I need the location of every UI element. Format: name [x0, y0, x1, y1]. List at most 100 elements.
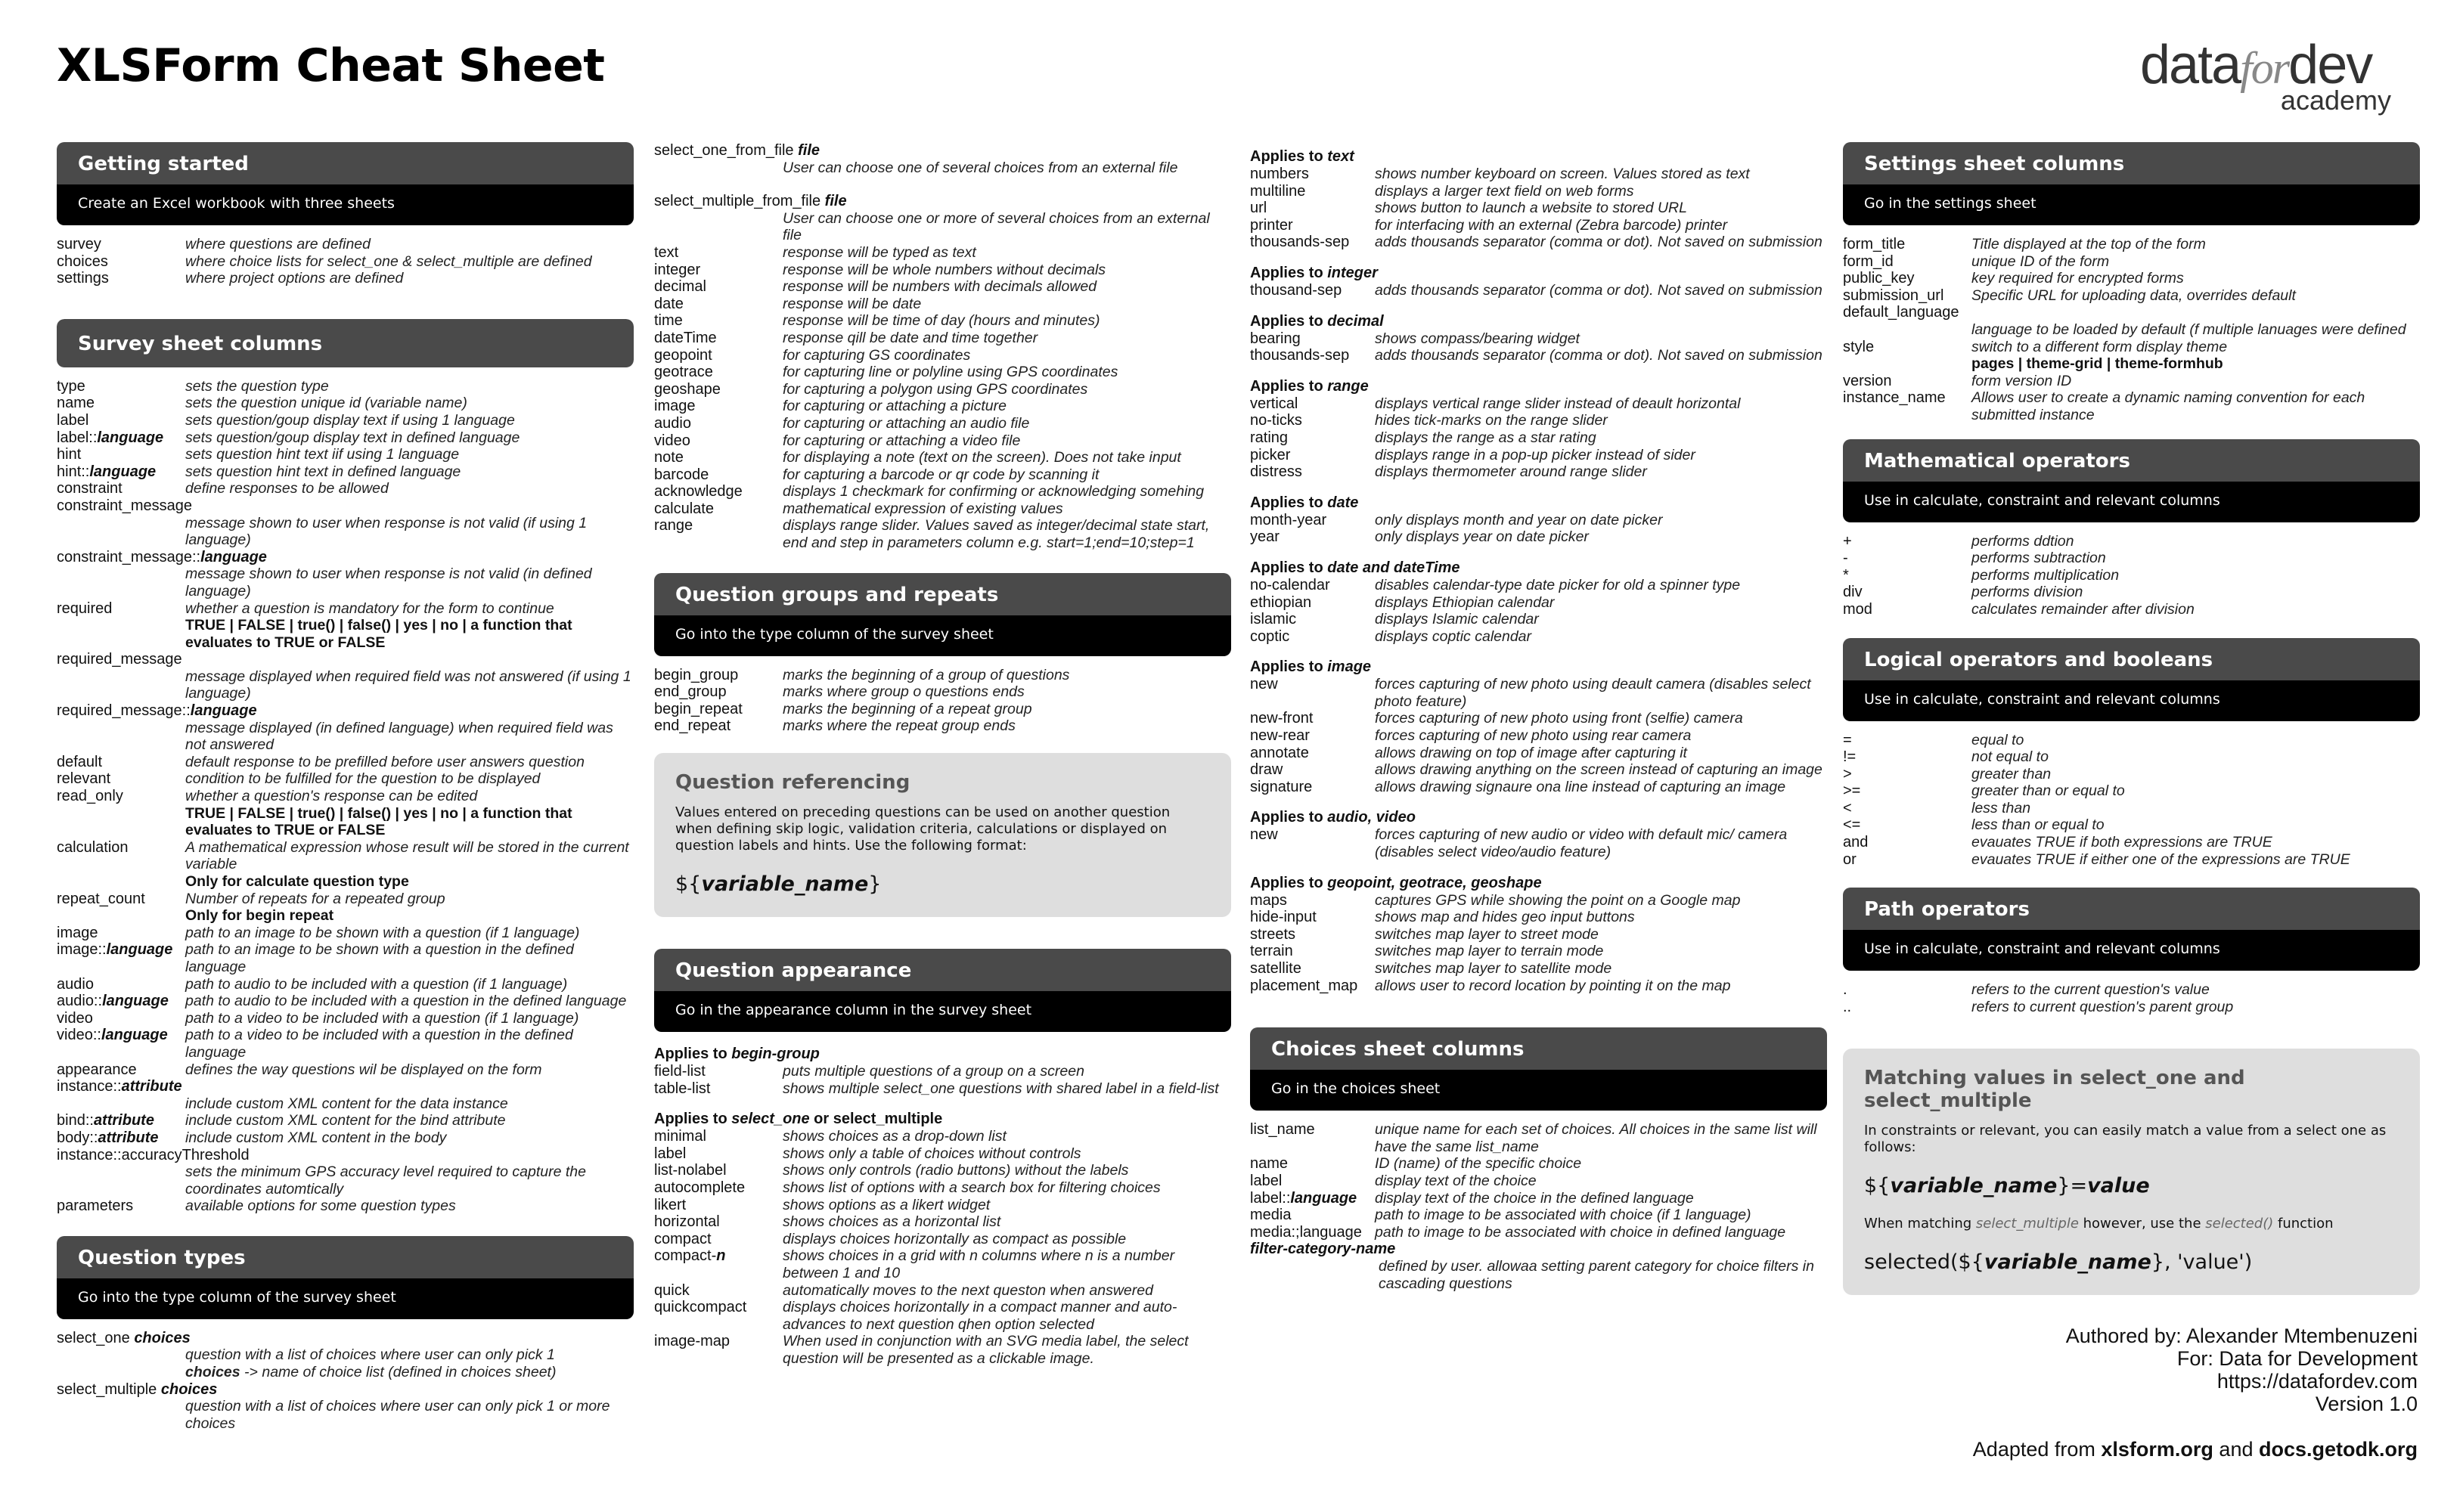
item-description: automatically moves to the next queston …: [783, 1281, 1153, 1299]
item-description: allows drawing anything on the screen in…: [1375, 761, 1822, 779]
section-title: Question groups and repeats: [654, 572, 1231, 615]
item-key: thousands-sep: [1250, 347, 1350, 364]
item-key: required_message::language: [57, 702, 257, 720]
column-2: select_one_from_file file User can choos…: [654, 142, 1231, 1368]
list-item: compact displays choices horizontally as …: [654, 1231, 1231, 1248]
source-link[interactable]: docs.getodk.org: [2259, 1438, 2418, 1461]
item-key: maps: [1250, 891, 1287, 909]
matching-values-box: Matching values in select_one and select…: [1843, 1049, 2420, 1296]
logo-academy: academy: [2280, 85, 2391, 116]
list-item: > greater than: [1843, 766, 2420, 783]
section-subtitle: Use in calculate, constraint and relevan…: [1843, 481, 2420, 522]
item-description: response will be whole numbers without d…: [783, 261, 1106, 278]
item-values: TRUE | FALSE | true() | false() | yes | …: [185, 617, 572, 651]
list-item: new forces capturing of new audio or vide…: [1250, 826, 1827, 860]
item-description: mathematical expression of existing valu…: [783, 500, 1063, 517]
item-description: adds thousands separator (comma or dot).…: [1375, 234, 1822, 251]
item-description: switches map layer to satellite mode: [1375, 960, 1612, 977]
list-item: end_repeat marks where the repeat group e…: [654, 717, 1231, 735]
item-key: list-nolabel: [654, 1162, 727, 1179]
item-description: marks the beginning of a repeat group: [783, 700, 1032, 717]
item-key: and: [1843, 834, 1869, 851]
item-description: Number of repeats for a repeated group: [185, 890, 445, 907]
datafordev-logo: datafordev academy: [2140, 38, 2397, 116]
question-referencing-box: Question referencing Values entered on p…: [654, 753, 1231, 918]
item-key: satellite: [1250, 960, 1301, 977]
list-item: hint sets question hint text iif using 1 …: [57, 446, 634, 463]
item-description: displays choices horizontally as compact…: [783, 1230, 1127, 1247]
item-key: name: [57, 395, 95, 412]
item-description: Allows user to create a dynamic naming c…: [1971, 389, 2365, 423]
item-description: displays a larger text field on web form…: [1375, 182, 1634, 200]
item-description: key required for encrypted forms: [1971, 270, 2184, 287]
item-key: relevant: [57, 770, 111, 788]
item-description: for capturing or attaching a picture: [783, 398, 1007, 415]
list-item: .. refers to current question's parent gr…: [1843, 999, 2420, 1016]
list-item: hint::language sets question hint text in…: [57, 463, 634, 481]
item-description: defines the way questions wil be display…: [185, 1061, 542, 1078]
applies-to-heading: Applies to geopoint, geotrace, geoshape: [1250, 874, 1542, 891]
item-description: message displayed when required field wa…: [185, 668, 631, 702]
list-item: public_key key required for encrypted for…: [1843, 270, 2420, 287]
item-description: message shown to user when response is n…: [185, 514, 588, 549]
item-description: marks the beginning of a group of questi…: [783, 666, 1070, 683]
list-item: streets switches map layer to street mode: [1250, 926, 1827, 943]
item-description: shows map and hides geo input buttons: [1375, 909, 1635, 926]
list-item: thousand-sep adds thousands separator (co…: [1250, 282, 1827, 299]
item-key: range: [654, 517, 693, 534]
item-key: form_id: [1843, 253, 1894, 270]
list-item: ethiopian displays Ethiopian calendar: [1250, 594, 1827, 612]
appearance-groups-b: Applies to text numbers shows number keybo…: [1250, 148, 1827, 994]
list-item: new-front forces capturing of new photo u…: [1250, 710, 1827, 727]
item-key: likert: [654, 1196, 687, 1213]
author: Authored by: Alexander Mtembenuzeni: [2065, 1325, 2418, 1347]
list-item: vertical displays vertical range slider i…: [1250, 395, 1827, 413]
item-description: question with a list of choices where us…: [185, 1346, 555, 1364]
item-key: field-list: [654, 1063, 706, 1080]
list-item: label shows only a table of choices witho…: [654, 1145, 1231, 1163]
list-item: begin_repeat marks the beginning of a rep…: [654, 701, 1231, 718]
item-key: default_language: [1843, 304, 1959, 321]
item-key: parameters: [57, 1198, 134, 1215]
source-link[interactable]: xlsform.org: [2101, 1438, 2213, 1461]
list-item: submission_url Specific URL for uploading…: [1843, 287, 2420, 305]
item-description: displays coptic calendar: [1375, 627, 1532, 645]
list-item: filter-category-name: [1250, 1241, 1827, 1258]
list-item: numbers shows number keyboard on screen. …: [1250, 166, 1827, 183]
list-item: table-list shows multiple select_one ques…: [654, 1080, 1231, 1098]
choices-columns-list: list_name unique name for each set of cho…: [1250, 1121, 1827, 1292]
list-item: quick automatically moves to the next que…: [654, 1282, 1231, 1300]
section-subtitle: Go in the appearance column in the surve…: [654, 991, 1231, 1033]
reference-format: ${variable_name}: [675, 872, 882, 897]
logic-ops-header: Logical operators and booleans Use in ca…: [1843, 637, 2420, 721]
item-description: path to audio to be included with a ques…: [185, 993, 627, 1010]
item-description: allows drawing signaure ona line instead…: [1375, 778, 1786, 795]
item-key: label: [57, 411, 89, 429]
item-key: streets: [1250, 925, 1296, 943]
item-key: thousand-sep: [1250, 281, 1342, 299]
list-item: parameters available options for some que…: [57, 1198, 634, 1215]
list-item: printer for interfacing with an external …: [1250, 217, 1827, 234]
item-description: display text of the choice in the define…: [1375, 1189, 1694, 1207]
list-item: type sets the question type: [57, 378, 634, 395]
list-item: audio path to audio to be included with a…: [57, 976, 634, 993]
section-title: Mathematical operators: [1843, 438, 2420, 482]
item-description: performs multiplication: [1971, 566, 2120, 584]
box-text: In constraints or relevant, you can easi…: [1864, 1123, 2387, 1156]
applies-to-heading: Applies to integer: [1250, 264, 1378, 281]
item-description: path to image to be associated with choi…: [1375, 1223, 1786, 1241]
item-key: -: [1843, 550, 1848, 567]
item-description: evauates TRUE if both expressions are TR…: [1971, 834, 2272, 851]
item-key: media:;language: [1250, 1223, 1362, 1241]
website-link[interactable]: https://datafordev.com: [1973, 1370, 2418, 1393]
item-description: include custom XML content for the data …: [185, 1095, 508, 1112]
list-item: calculation A mathematical expression who…: [57, 839, 634, 873]
list-item: video path to a video to be included with…: [57, 1010, 634, 1027]
list-item: select_multiple choices: [57, 1380, 218, 1398]
item-key: picker: [1250, 446, 1291, 463]
list-item: != not equal to: [1843, 748, 2420, 766]
list-item: geopoint for capturing GS coordinates: [654, 347, 1231, 364]
list-item: list_name unique name for each set of cho…: [1250, 1121, 1827, 1155]
applies-to-heading: Applies to date: [1250, 494, 1359, 511]
list-item: survey where questions are defined: [57, 236, 634, 253]
